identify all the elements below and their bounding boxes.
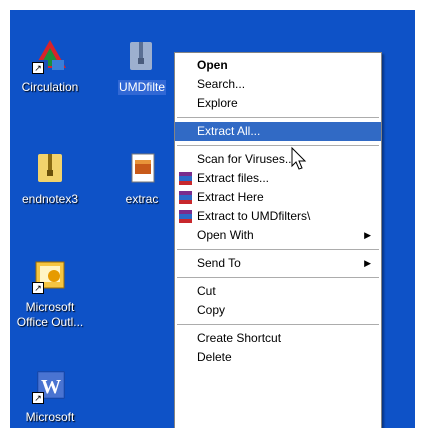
winrar-icon xyxy=(179,172,192,185)
icon-label: UMDfilte xyxy=(117,80,166,95)
desktop-icon-endnotex3[interactable]: endnotex3 xyxy=(10,150,92,208)
menu-item-label: Extract All... xyxy=(197,124,261,138)
icon-label-line2: Office Outl... xyxy=(16,315,84,329)
desktop-icon-extrac[interactable]: extrac xyxy=(100,150,184,208)
desktop: ↗ Circulation UMDfilte endnotex3 extrac … xyxy=(10,10,415,428)
menu-separator xyxy=(177,249,379,250)
menu-item-delete[interactable]: Delete xyxy=(175,348,381,367)
menu-item-copy[interactable]: Copy xyxy=(175,301,381,320)
desktop-icon-microsoft-office-outlook[interactable]: ↗ Microsoft Office Outl... xyxy=(10,258,92,331)
menu-item-cut[interactable]: Cut xyxy=(175,282,381,301)
desktop-icon-microsoft-word[interactable]: W ↗ Microsoft xyxy=(10,368,92,426)
menu-item-search[interactable]: Search... xyxy=(175,75,381,94)
menu-item-create-shortcut[interactable]: Create Shortcut xyxy=(175,329,381,348)
menu-item-extract-all[interactable]: Extract All... xyxy=(175,122,381,141)
menu-item-label: Open With xyxy=(197,228,254,242)
menu-item-label: Open xyxy=(197,58,228,72)
menu-item-label: Extract to UMDfilters\ xyxy=(197,209,311,223)
winrar-icon xyxy=(179,191,192,204)
desktop-icon-circulation[interactable]: ↗ Circulation xyxy=(10,38,92,96)
icon-label: Microsoft Office Outl... xyxy=(16,300,84,330)
menu-item-label: Send To xyxy=(197,256,241,270)
svg-text:W: W xyxy=(41,376,61,398)
menu-separator xyxy=(177,145,379,146)
zip-folder-icon xyxy=(124,38,160,74)
menu-separator xyxy=(177,324,379,325)
shortcut-arrow-icon: ↗ xyxy=(32,392,44,404)
menu-item-scan-for-viruses[interactable]: Scan for Viruses... xyxy=(175,150,381,169)
circulation-app-icon: ↗ xyxy=(32,38,68,74)
menu-item-open-with[interactable]: Open With ▶ xyxy=(175,226,381,245)
outlook-icon: ↗ xyxy=(32,258,68,294)
submenu-arrow-icon: ▶ xyxy=(364,258,371,268)
menu-item-label: Copy xyxy=(197,303,226,317)
context-menu: Open Search... Explore Extract All... Sc… xyxy=(174,52,382,428)
menu-item-explore[interactable]: Explore xyxy=(175,94,381,113)
icon-label: Microsoft xyxy=(25,410,75,424)
icon-label: extrac xyxy=(125,192,159,206)
menu-item-label: Cut xyxy=(197,284,216,298)
menu-item-label: Explore xyxy=(197,96,238,110)
menu-item-label: Create Shortcut xyxy=(197,331,282,345)
word-icon: W ↗ xyxy=(32,368,68,404)
menu-item-extract-here[interactable]: Extract Here xyxy=(175,188,381,207)
archive-file-icon xyxy=(124,150,160,186)
menu-item-extract-files[interactable]: Extract files... xyxy=(175,169,381,188)
menu-item-label: Scan for Viruses... xyxy=(197,152,295,166)
menu-item-send-to[interactable]: Send To ▶ xyxy=(175,254,381,273)
icon-label-line1: Microsoft xyxy=(25,300,75,314)
icon-label: Circulation xyxy=(21,80,79,94)
winrar-icon xyxy=(179,210,192,223)
desktop-icon-umdfilters[interactable]: UMDfilte xyxy=(100,38,184,96)
menu-item-extract-to-umdfilters[interactable]: Extract to UMDfilters\ xyxy=(175,207,381,226)
mouse-pointer-icon xyxy=(291,146,307,170)
shortcut-arrow-icon: ↗ xyxy=(32,62,44,74)
menu-item-label: Extract files... xyxy=(197,171,270,185)
menu-item-label: Search... xyxy=(197,77,246,91)
zip-folder-icon xyxy=(32,150,68,186)
menu-separator xyxy=(177,277,379,278)
menu-item-label: Extract Here xyxy=(197,190,264,204)
icon-label: endnotex3 xyxy=(21,192,79,206)
menu-item-open[interactable]: Open xyxy=(175,56,381,75)
shortcut-arrow-icon: ↗ xyxy=(32,282,44,294)
menu-item-label: Delete xyxy=(197,350,232,364)
submenu-arrow-icon: ▶ xyxy=(364,230,371,240)
menu-separator xyxy=(177,117,379,118)
